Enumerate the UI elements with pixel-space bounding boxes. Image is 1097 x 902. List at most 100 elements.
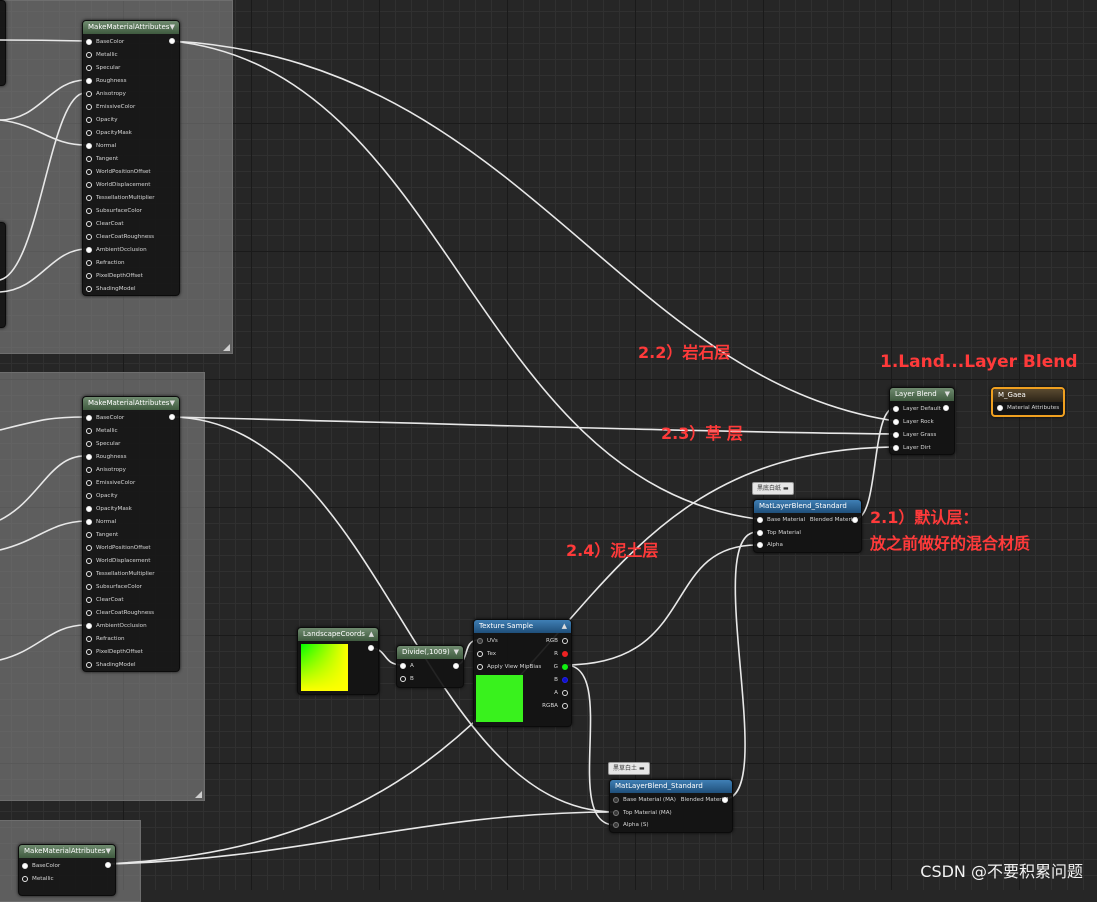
pin-row[interactable]: PixelDepthOffset xyxy=(86,270,143,283)
rgba-output-pin[interactable] xyxy=(562,703,568,709)
normal-pin[interactable] xyxy=(86,143,92,149)
clearcoat-pin[interactable] xyxy=(86,221,92,227)
alpha-pin[interactable] xyxy=(757,542,763,548)
pin-row[interactable]: Specular xyxy=(86,62,120,75)
pin-row[interactable]: OpacityMask xyxy=(86,127,132,140)
pin-row[interactable]: R xyxy=(554,648,568,661)
anisotropy-pin[interactable] xyxy=(86,467,92,473)
make-material-attributes-node-3[interactable]: MakeMaterialAttributes ▼ BaseColor Metall… xyxy=(18,844,116,896)
base-material-pin[interactable] xyxy=(613,797,619,803)
clearcoat-pin[interactable] xyxy=(86,597,92,603)
pin-row[interactable]: A xyxy=(400,660,414,673)
pin-row[interactable]: OpacityMask xyxy=(86,503,132,516)
opacitymask-pin[interactable] xyxy=(86,130,92,136)
pixeldepthoffset-pin[interactable] xyxy=(86,273,92,279)
layer-grass-pin[interactable] xyxy=(893,432,899,438)
wire[interactable] xyxy=(171,40,896,422)
opacity-pin[interactable] xyxy=(86,117,92,123)
matlayerblend-top-node[interactable]: MatLayerBlend_Standard Base Material Ble… xyxy=(753,499,862,553)
matlayerblend-bottom-node[interactable]: MatLayerBlend_Standard Base Material (MA… xyxy=(609,779,733,833)
tessellationmultiplier-pin[interactable] xyxy=(86,571,92,577)
pin-row[interactable]: AmbientOcclusion xyxy=(86,620,147,633)
b-pin[interactable] xyxy=(400,676,406,682)
wire[interactable] xyxy=(564,664,616,826)
pin-row[interactable]: UVs xyxy=(477,635,498,648)
pin-row[interactable]: SubsurfaceColor xyxy=(86,205,142,218)
node-header[interactable]: MakeMaterialAttributes ▼ xyxy=(83,397,179,410)
shadingmodel-pin[interactable] xyxy=(86,286,92,292)
subsurfacecolor-pin[interactable] xyxy=(86,208,92,214)
output-pin[interactable] xyxy=(368,645,374,651)
pin-row[interactable]: Tangent xyxy=(86,529,118,542)
node-header[interactable]: MatLayerBlend_Standard xyxy=(610,780,732,793)
make-material-attributes-node-1[interactable]: MakeMaterialAttributes ▼ BaseColor Metall… xyxy=(82,20,180,296)
collapse-arrow-icon[interactable]: ▼ xyxy=(945,388,950,401)
alpha-pin[interactable] xyxy=(613,822,619,828)
pin-row[interactable]: Anisotropy xyxy=(86,464,126,477)
pin-row[interactable]: WorldPositionOffset xyxy=(86,166,151,179)
material-result-node[interactable]: M_Gaea Material Attributes xyxy=(991,387,1065,417)
wire[interactable] xyxy=(0,119,87,146)
normal-pin[interactable] xyxy=(86,519,92,525)
anisotropy-pin[interactable] xyxy=(86,91,92,97)
pin-row[interactable]: Metallic xyxy=(86,49,118,62)
output-pin[interactable] xyxy=(943,405,949,411)
pixeldepthoffset-pin[interactable] xyxy=(86,649,92,655)
node-header[interactable]: Divide(,1009) ▼ xyxy=(397,646,463,659)
pin-row[interactable]: ShadingModel xyxy=(86,283,136,296)
g-output-pin[interactable] xyxy=(562,664,568,670)
node-header[interactable]: MakeMaterialAttributes ▼ xyxy=(83,21,179,34)
pin-row[interactable]: Base Material Blended Material xyxy=(757,514,857,527)
ambientocclusion-pin[interactable] xyxy=(86,247,92,253)
pin-row[interactable]: ClearCoat xyxy=(86,594,124,607)
worlddisplacement-pin[interactable] xyxy=(86,558,92,564)
shadingmodel-pin[interactable] xyxy=(86,662,92,668)
roughness-pin[interactable] xyxy=(86,78,92,84)
pin-row[interactable]: B xyxy=(554,674,568,687)
node-header[interactable]: M_Gaea xyxy=(993,389,1063,402)
clearcoatroughness-pin[interactable] xyxy=(86,234,92,240)
basecolor-pin[interactable] xyxy=(22,863,28,869)
subsurfacecolor-pin[interactable] xyxy=(86,584,92,590)
pin-row[interactable]: Metallic xyxy=(22,873,54,886)
collapse-arrow-icon[interactable]: ▲ xyxy=(369,628,374,641)
pin-row[interactable]: Base Material (MA) Blended Material xyxy=(613,794,728,807)
basecolor-output-pin[interactable] xyxy=(105,862,111,868)
pin-row[interactable]: Opacity xyxy=(86,490,118,503)
pin-row[interactable]: Refraction xyxy=(86,257,125,270)
collapse-arrow-icon[interactable]: ▼ xyxy=(170,397,175,410)
pin-row[interactable]: Tex xyxy=(477,648,496,661)
wire[interactable] xyxy=(0,455,87,521)
pin-row[interactable]: Anisotropy xyxy=(86,88,126,101)
material-graph-canvas[interactable]: MakeMaterialAttributes ▼ BaseColor Metall… xyxy=(0,0,1097,902)
metallic-pin[interactable] xyxy=(86,428,92,434)
pin-row[interactable]: Material Attributes xyxy=(997,402,1059,415)
worlddisplacement-pin[interactable] xyxy=(86,182,92,188)
a-output-pin[interactable] xyxy=(562,690,568,696)
ambientocclusion-pin[interactable] xyxy=(86,623,92,629)
basecolor-output-pin[interactable] xyxy=(169,414,175,420)
texture-sample-node[interactable]: Texture Sample ▲ UVs Tex Apply View MipB… xyxy=(473,619,572,727)
metallic-pin[interactable] xyxy=(86,52,92,58)
landscape-coords-node[interactable]: LandscapeCoords ▲ xyxy=(297,627,379,695)
refraction-pin[interactable] xyxy=(86,636,92,642)
pin-row[interactable]: WorldDisplacement xyxy=(86,555,150,568)
pin-row[interactable]: BaseColor xyxy=(22,860,60,873)
pin-row[interactable]: Roughness xyxy=(86,75,127,88)
pin-row[interactable]: Specular xyxy=(86,438,120,451)
collapse-arrow-icon[interactable]: ▲ xyxy=(562,620,567,633)
node-comment-tag[interactable]: 黑草白土 ▬ xyxy=(608,762,650,775)
emissivecolor-pin[interactable] xyxy=(86,480,92,486)
node-header[interactable]: MatLayerBlend_Standard xyxy=(754,500,861,513)
basecolor-pin[interactable] xyxy=(86,415,92,421)
wire[interactable] xyxy=(171,40,758,520)
pin-row[interactable]: ClearCoat xyxy=(86,218,124,231)
basecolor-output-pin[interactable] xyxy=(169,38,175,44)
base-material-pin[interactable] xyxy=(757,517,763,523)
divide-node[interactable]: Divide(,1009) ▼ A B xyxy=(396,645,464,688)
pin-row[interactable]: B xyxy=(400,673,414,686)
layer-dirt-pin[interactable] xyxy=(893,445,899,451)
pin-row[interactable]: Alpha xyxy=(757,539,783,552)
basecolor-pin[interactable] xyxy=(86,39,92,45)
wire[interactable] xyxy=(564,544,758,666)
